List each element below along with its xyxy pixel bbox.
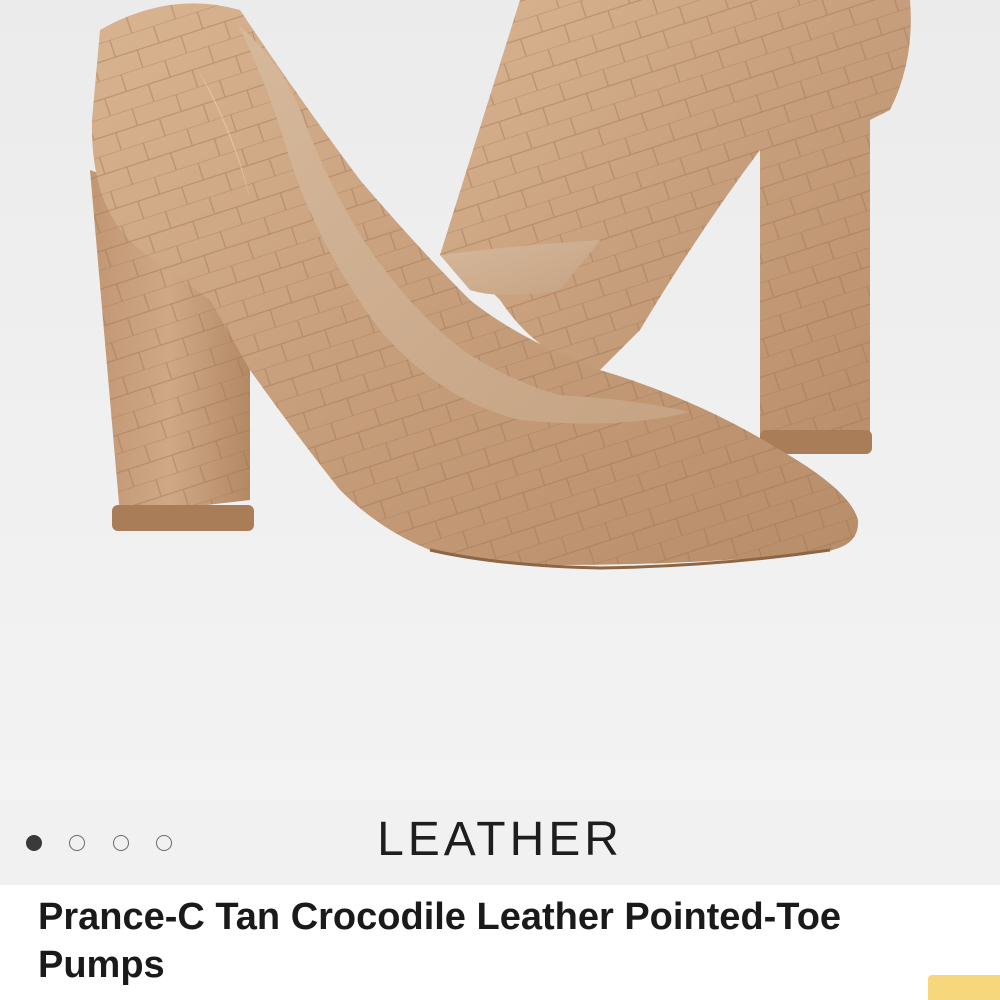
product-title: Prance-C Tan Crocodile Leather Pointed-T…: [38, 896, 842, 986]
carousel-dot-3[interactable]: [113, 835, 129, 851]
carousel-dot-1[interactable]: [26, 835, 42, 851]
shoe-photo: [90, 0, 911, 570]
promo-tab[interactable]: [928, 975, 1000, 1000]
carousel-dot-4[interactable]: [156, 835, 172, 851]
material-label: LEATHER: [377, 813, 623, 866]
product-image[interactable]: [0, 0, 1000, 800]
carousel-dot-2[interactable]: [69, 835, 85, 851]
